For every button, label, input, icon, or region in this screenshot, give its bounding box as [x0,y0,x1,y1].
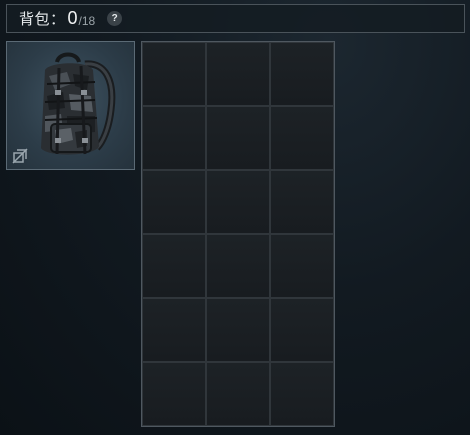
inventory-slot[interactable] [270,234,334,298]
backpack-grid [141,41,335,427]
inventory-slot[interactable] [270,170,334,234]
tactical-backpack-icon [41,52,116,155]
backpack-label: 背包： [19,10,66,28]
inventory-slot[interactable] [270,106,334,170]
backpack-header: 背包： 0 / 18 ? [6,4,465,33]
inventory-slot[interactable] [270,42,334,106]
inventory-slot[interactable] [142,362,206,426]
unbound-tag-icon [12,148,28,164]
inventory-slot[interactable] [142,170,206,234]
inventory-slot[interactable] [270,298,334,362]
backpack-current-count: 0 [67,8,78,28]
inventory-slot[interactable] [142,106,206,170]
equipped-backpack-slot[interactable] [6,41,135,170]
inventory-slot[interactable] [270,362,334,426]
inventory-slot[interactable] [142,298,206,362]
inventory-slot[interactable] [142,42,206,106]
inventory-slot[interactable] [206,42,270,106]
inventory-slot[interactable] [206,170,270,234]
inventory-slot[interactable] [206,298,270,362]
inventory-slot[interactable] [206,106,270,170]
inventory-slot[interactable] [206,362,270,426]
inventory-slot[interactable] [142,234,206,298]
help-icon[interactable]: ? [107,11,123,26]
inventory-slot[interactable] [206,234,270,298]
backpack-max-count: 18 [81,13,96,28]
